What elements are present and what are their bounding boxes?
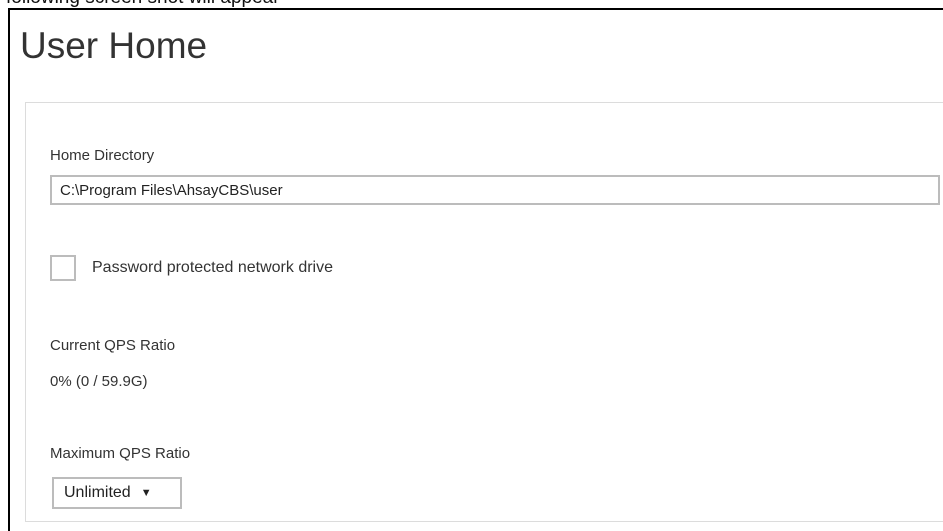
home-directory-label: Home Directory — [50, 147, 155, 164]
current-qps-label: Current QPS Ratio — [50, 337, 176, 354]
dropdown-triangle-icon: ▼ — [140, 486, 152, 499]
password-network-drive-label: Password protected network drive — [92, 259, 333, 276]
network-drive-option[interactable]: Password protected network drive — [50, 253, 333, 283]
top-caption: following screen shot will appear — [6, 0, 280, 8]
maximum-qps-selected-value: Unlimited — [64, 484, 131, 501]
user-home-panel: Home Directory Password protected networ… — [25, 102, 943, 522]
home-directory-input[interactable] — [50, 175, 940, 205]
page-title: User Home — [20, 25, 208, 66]
password-network-drive-checkbox[interactable] — [50, 255, 76, 281]
maximum-qps-select[interactable]: Unlimited ▼ — [52, 477, 182, 509]
top-caption-clip: following screen shot will appear — [0, 0, 943, 8]
user-home-window: User Home Home Directory Password protec… — [8, 8, 943, 531]
maximum-qps-label: Maximum QPS Ratio — [50, 445, 191, 462]
current-qps-value: 0% (0 / 59.9G) — [50, 373, 148, 390]
